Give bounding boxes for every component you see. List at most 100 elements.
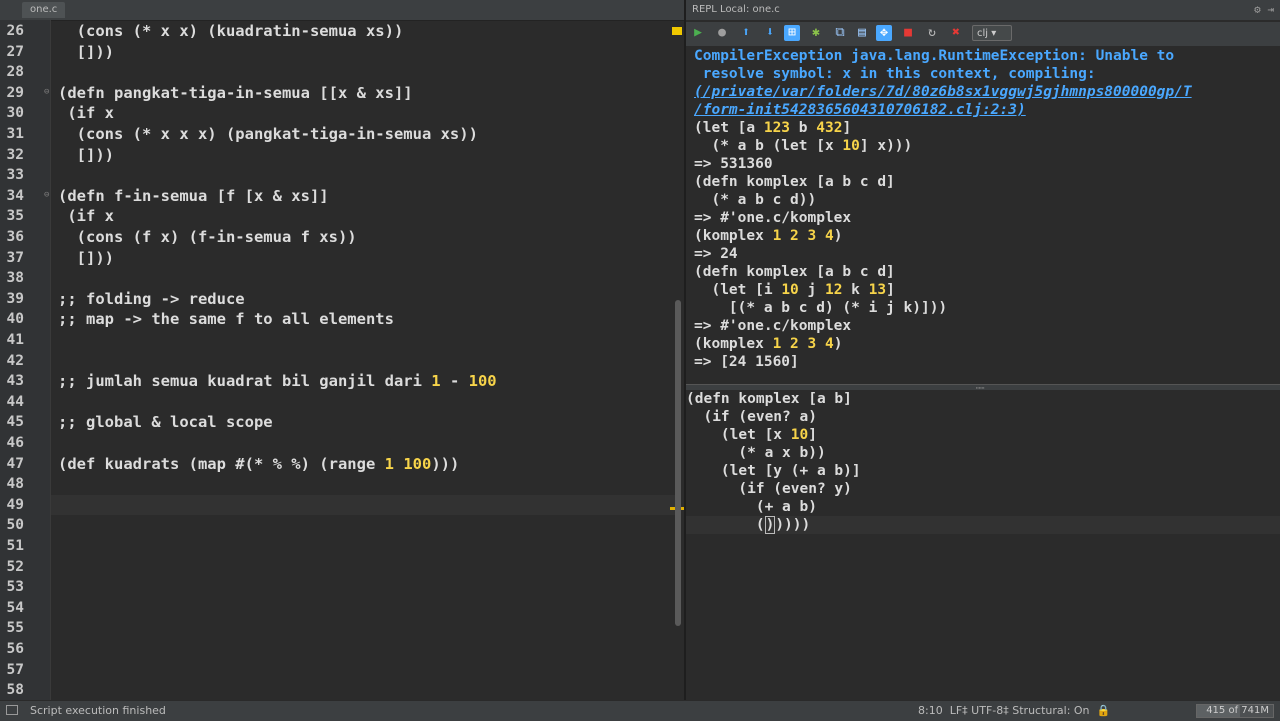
line-number: 44 [6,393,24,410]
line-number: 46 [6,435,24,451]
editor-tab-bar: one.c [0,0,684,21]
language-value: clj [977,28,989,39]
repl-header-controls[interactable]: ⚙ ⇥ [1254,3,1274,17]
code-editor[interactable]: one.c 26 27 28 29 ⊖ 30 31 32 33 34 ⊖ 35 36 37 38 39 40 41… [0,0,684,700]
line-number: 37 [6,249,24,266]
run-icon[interactable]: ▶ [690,25,706,41]
line-separator[interactable]: LF‡ [950,704,968,717]
soft-wrap-icon[interactable]: ⊞ [784,25,800,41]
input-line: ())))) [686,516,811,534]
result-line: => 531360 [694,156,773,172]
code-line: ;; map -> the same f to all elements [58,310,394,329]
code-line: (defn pangkat-tiga-in-semua [[x & xs]] [58,83,413,102]
line-number: 56 [6,641,24,657]
record-icon[interactable]: ● [714,25,730,41]
repl-input-editor[interactable]: (defn komplex [a b] (if (even? a) (let [… [686,390,1280,700]
arrow-down-icon[interactable]: ⬇ [762,25,778,41]
line-number: 26 [6,23,24,39]
code-line: ;; jumlah semua kuadrat bil ganjil dari … [58,372,497,391]
output-line: (komplex 1 2 3 4) [694,228,843,244]
line-number: 50 [6,517,24,534]
editor-scrollbar[interactable] [675,300,681,626]
line-number: 34 [6,187,24,204]
arrow-up-icon[interactable]: ⬆ [738,25,754,41]
line-number: 39 [6,290,24,307]
line-number: 53 [6,579,24,596]
line-number: 41 [6,332,24,348]
structural-mode[interactable]: Structural: On [1012,704,1089,717]
error-line: CompilerException java.lang.RuntimeExcep… [694,48,1175,64]
line-number: 58 [6,682,24,699]
line-number: 32 [6,146,24,163]
input-line: (if (even? a) [686,409,817,425]
line-number: 54 [6,599,24,616]
fold-icon[interactable]: ⊖ [44,87,51,96]
code-line: [])) [58,145,114,164]
stop-icon[interactable]: ■ [900,25,916,41]
output-line: (defn komplex [a b c d] [694,264,895,280]
error-link[interactable]: /form-init5428365604310706182.clj:2:3) [694,102,1026,120]
line-number-gutter: 26 27 28 29 ⊖ 30 31 32 33 34 ⊖ 35 36 37 38 39 40 41 42 43 44… [0,20,51,700]
code-line: (cons (f x) (f-in-semua f xs)) [58,228,357,246]
code-line: (def kuadrats (map #(* % %) (range 1 100… [58,454,460,473]
result-line: => #'one.c/komplex [694,210,852,226]
line-number: 51 [6,538,24,554]
line-number: 55 [6,620,24,637]
chevron-down-icon: ▾ [991,28,997,39]
line-number: 38 [6,270,24,287]
line-number: 45 [6,414,24,431]
line-number: 43 [6,373,24,390]
line-number: 36 [6,229,24,245]
repl-output[interactable]: CompilerException java.lang.RuntimeExcep… [686,46,1280,384]
current-line-highlight [51,495,675,515]
output-line: (let [i 10 j 12 k 13] [694,282,895,298]
input-line: (defn komplex [a b] [686,391,852,407]
file-encoding[interactable]: UTF-8‡ [971,704,1009,717]
tool-window-icon[interactable] [6,705,18,715]
close-icon[interactable]: ✖ [948,25,964,41]
copy-icon[interactable]: ⧉ [832,25,848,41]
caret-position[interactable]: 8:10 [918,704,943,717]
line-number: 30 [6,105,24,122]
code-line: [])) [58,248,114,267]
line-number: 42 [6,352,24,369]
matching-paren: ) [764,516,776,534]
language-select[interactable]: clj ▾ [972,25,1012,41]
pin-icon[interactable]: ✥ [876,25,892,41]
line-number: 35 [6,208,24,225]
code-line: (defn f-in-semua [f [x & xs]] [58,186,329,205]
output-line: (defn komplex [a b c d] [694,174,895,190]
output-line: (* a b c d)) [694,192,817,208]
editor-tab-one-c[interactable]: one.c [22,2,66,18]
line-number: 27 [6,43,24,60]
memory-indicator[interactable]: 415 of 741M [1196,704,1274,718]
input-line: (if (even? y) [686,481,852,497]
reload-icon[interactable]: ↻ [924,25,940,41]
code-line: ;; folding -> reduce [58,289,245,308]
line-number: 40 [6,311,24,328]
output-line: (* a b (let [x 10] x))) [694,138,913,154]
repl-header: REPL Local: one.c ⚙ ⇥ [686,0,1280,20]
status-info: 8:10 LF‡ UTF-8‡ Structural: On 🔒 [918,701,1110,721]
code-line: ;; global & local scope [58,413,273,432]
error-line: resolve symbol: x in this context, compi… [694,66,1096,82]
input-line: (* a x b)) [686,445,826,461]
line-number: 31 [6,126,24,142]
output-line: (let [a 123 b 432] [694,120,852,136]
line-number: 49 [6,496,24,513]
code-line: (if x [58,207,114,226]
output-line: [(* a b c d) (* i j k)])) [694,300,948,316]
warning-marker[interactable] [672,27,682,35]
line-number: 57 [6,661,24,678]
result-line: => 24 [694,246,738,262]
error-link[interactable]: (/private/var/folders/7d/80z6b8sx1vggwj5… [694,84,1192,102]
output-line: (komplex 1 2 3 4) [694,336,843,352]
settings-gear-icon[interactable]: ✱ [808,25,824,41]
lock-icon[interactable]: 🔒 [1097,704,1111,717]
clear-icon[interactable]: ▤ [854,25,870,41]
result-line: => #'one.c/komplex [694,318,852,334]
fold-icon[interactable]: ⊖ [44,190,51,199]
result-line: => [24 1560] [694,354,799,370]
code-line: (cons (* x x x) (pangkat-tiga-in-semua x… [58,125,478,143]
repl-title: REPL Local: one.c [692,4,780,15]
